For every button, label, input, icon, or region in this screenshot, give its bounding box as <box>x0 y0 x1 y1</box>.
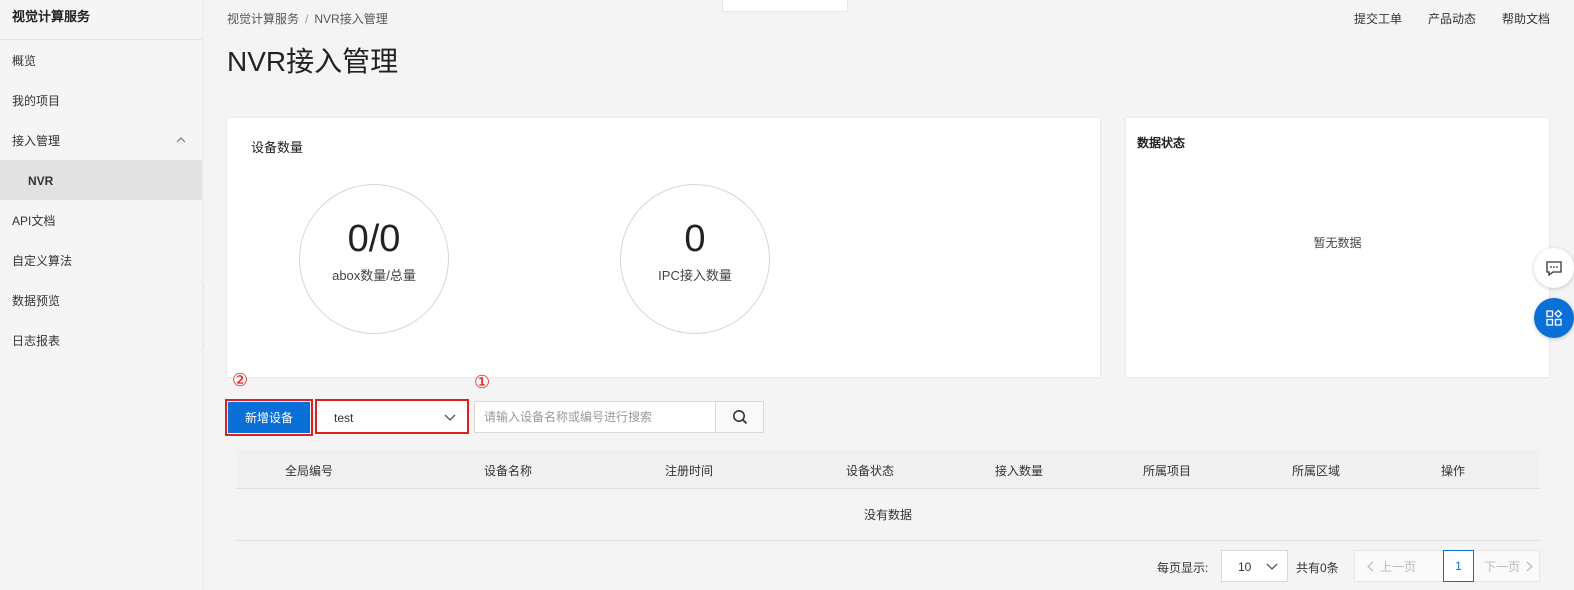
breadcrumb-item-service[interactable]: 视觉计算服务 <box>227 12 299 26</box>
sidebar-title: 视觉计算服务 <box>0 0 202 40</box>
table-empty-row: 没有数据 <box>237 489 1539 541</box>
sidebar-item-custom-algorithm[interactable]: 自定义算法 <box>0 240 202 280</box>
sidebar-item-label: 接入管理 <box>12 134 61 148</box>
project-select-value: test <box>334 411 354 425</box>
prev-page-button[interactable]: 上一页 <box>1367 558 1443 575</box>
sidebar-item-data-preview[interactable]: 数据预览 <box>0 280 202 320</box>
per-page-select[interactable]: 10 <box>1221 550 1288 582</box>
apps-menu-button[interactable] <box>1534 298 1574 338</box>
annotation-marker-2: ② <box>232 370 249 391</box>
sidebar: 视觉计算服务 概览 我的项目 接入管理 NVR API文档 自定义算法 数据预览… <box>0 0 203 590</box>
annotation-marker-1: ① <box>474 372 491 393</box>
empty-state-text: 暂无数据 <box>1313 236 1362 250</box>
sidebar-item-my-projects[interactable]: 我的项目 <box>0 80 202 120</box>
sidebar-item-log-report[interactable]: 日志报表 <box>0 320 202 360</box>
search-box <box>474 401 764 433</box>
chevron-up-icon <box>176 137 186 143</box>
next-page-label: 下一页 <box>1484 559 1521 574</box>
stat-label: IPC接入数量 <box>658 268 732 283</box>
stat-value: 0/0 <box>347 218 401 260</box>
per-page-label: 每页显示: <box>1157 561 1209 575</box>
feedback-chat-button[interactable] <box>1534 248 1574 288</box>
main-content: 视觉计算服务 / NVR接入管理 提交工单 产品动态 帮助文档 NVR接入管理 设备… <box>204 0 1574 590</box>
data-status-card: 数据状态 暂无数据 <box>1126 118 1549 377</box>
add-device-button[interactable]: 新增设备 <box>228 402 310 433</box>
project-select[interactable]: test <box>315 399 469 434</box>
total-count-text: 共有0条 <box>1296 561 1339 575</box>
column-header-region: 所属区域 <box>1292 464 1341 478</box>
abox-stat-circle: 0/0 abox数量/总量 <box>299 184 449 334</box>
page-title: NVR接入管理 <box>227 46 399 77</box>
sidebar-item-access-management[interactable]: 接入管理 <box>0 120 202 160</box>
help-docs-link[interactable]: 帮助文档 <box>1502 10 1550 27</box>
card-title: 数据状态 <box>1137 136 1186 150</box>
chat-icon <box>1546 261 1562 277</box>
sidebar-item-nvr[interactable]: NVR <box>0 160 202 200</box>
column-header-global-id: 全局编号 <box>285 464 334 478</box>
chevron-left-icon <box>1367 561 1374 571</box>
table-header: 全局编号 设备名称 注册时间 设备状态 接入数量 所属项目 所属区域 操作 <box>237 450 1539 489</box>
page-number-current[interactable]: 1 <box>1443 550 1474 582</box>
chevron-right-icon <box>1526 561 1533 571</box>
add-device-button-highlight: 新增设备 <box>225 399 313 436</box>
pagination: 上一页 1 下一页 <box>1354 550 1540 582</box>
search-button[interactable] <box>715 402 763 432</box>
product-news-link[interactable]: 产品动态 <box>1428 10 1476 27</box>
search-icon <box>732 410 747 425</box>
ipc-stat-circle: 0 IPC接入数量 <box>620 184 770 334</box>
search-input[interactable] <box>475 402 715 432</box>
device-count-card: 设备数量 0/0 abox数量/总量 0 IPC接入数量 <box>227 118 1100 377</box>
breadcrumb: 视觉计算服务 / NVR接入管理 <box>227 10 388 27</box>
stat-label: abox数量/总量 <box>332 268 416 283</box>
column-header-register-time: 注册时间 <box>665 464 714 478</box>
sidebar-item-api-docs[interactable]: API文档 <box>0 200 202 240</box>
breadcrumb-separator: / <box>305 12 309 26</box>
chevron-down-icon <box>444 414 456 421</box>
top-links: 提交工单 产品动态 帮助文档 <box>1354 10 1550 27</box>
device-table: 全局编号 设备名称 注册时间 设备状态 接入数量 所属项目 所属区域 操作 没有… <box>237 450 1539 541</box>
column-header-device-status: 设备状态 <box>846 464 895 478</box>
column-header-device-name: 设备名称 <box>484 464 533 478</box>
next-page-button[interactable]: 下一页 <box>1484 558 1533 575</box>
submit-ticket-link[interactable]: 提交工单 <box>1354 10 1402 27</box>
chevron-down-icon <box>1266 563 1278 570</box>
column-header-access-count: 接入数量 <box>995 464 1044 478</box>
top-tab-stub <box>722 0 848 12</box>
sidebar-item-overview[interactable]: 概览 <box>0 40 202 80</box>
prev-page-label: 上一页 <box>1380 559 1417 574</box>
column-header-project: 所属项目 <box>1143 464 1192 478</box>
breadcrumb-item-current: NVR接入管理 <box>314 12 388 26</box>
card-title: 设备数量 <box>251 140 304 155</box>
apps-grid-icon <box>1546 309 1563 326</box>
stat-value: 0 <box>684 218 706 260</box>
per-page-value: 10 <box>1238 560 1252 574</box>
column-header-actions: 操作 <box>1441 464 1466 478</box>
